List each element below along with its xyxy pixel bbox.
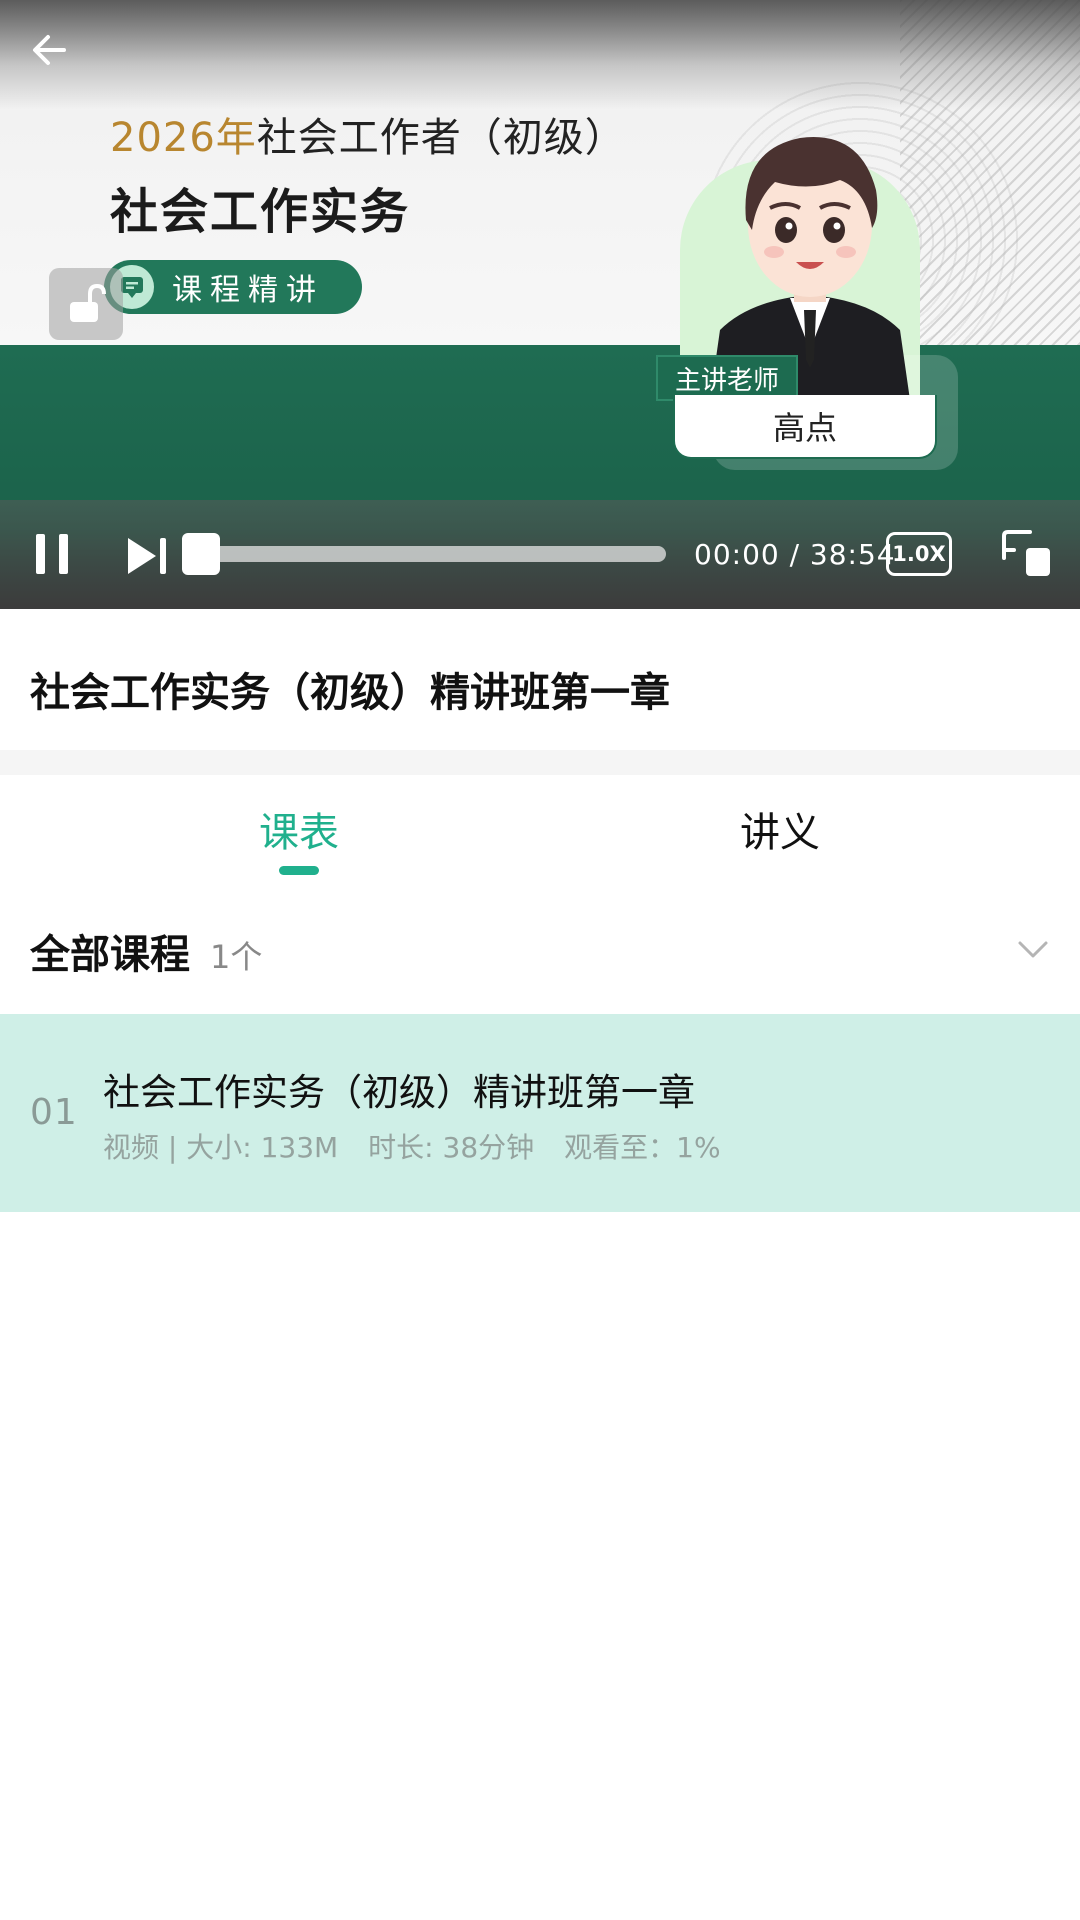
slide-year: 2026年 [110,115,257,161]
chevron-down-icon [1018,941,1048,958]
lesson-watched: 观看至：1% [564,1131,721,1164]
screen-lock-button[interactable] [49,268,123,340]
progress-handle[interactable] [182,533,220,575]
next-icon [128,538,166,574]
playback-speed-button[interactable]: 1.0X [886,532,952,576]
lesson-title: 社会工作实务（初级）精讲班第一章 [103,1071,695,1114]
course-count: 1个 [210,938,263,976]
tab-schedule[interactable]: 课表 [199,800,399,858]
course-title: 社会工作实务（初级）精讲班第一章 [30,670,670,716]
lesson-index: 01 [30,1092,78,1133]
pause-button[interactable] [32,530,74,578]
back-button[interactable] [24,24,76,76]
top-overlay [0,0,1080,110]
video-player[interactable]: 2026年社会工作者（初级） 社会工作实务 课程精讲 主讲老师 高点 00:00… [0,0,1080,609]
lock-open-icon [70,283,106,322]
slide-headline-text: 社会工作者（初级） [256,115,626,161]
back-arrow-icon [33,35,66,65]
section-divider [0,750,1080,775]
time-display: 00:00 / 38:54 [694,538,896,571]
slide-title: 社会工作实务 [110,184,411,240]
tab-notes[interactable]: 讲义 [680,800,880,858]
active-tab-indicator [279,866,319,875]
lesson-meta: 视频 | 大小: 133M 时长: 38分钟 观看至：1% [103,1126,751,1166]
next-button[interactable] [124,534,172,578]
lesson-duration: 时长: 38分钟 [368,1131,535,1164]
slide-badge-label: 课程精讲 [172,273,324,308]
section-title: 全部课程 [30,932,190,978]
pip-button[interactable] [1000,528,1054,578]
slide-headline: 2026年社会工作者（初级） [110,105,626,163]
lesson-type-size: 视频 | 大小: 133M [103,1131,339,1164]
pip-icon [1002,530,1050,576]
teacher-name: 高点 [673,395,937,459]
expand-toggle[interactable] [1016,932,1050,966]
pause-icon [36,534,68,574]
slide-badge: 课程精讲 [104,260,362,314]
progress-bar[interactable] [184,546,666,562]
